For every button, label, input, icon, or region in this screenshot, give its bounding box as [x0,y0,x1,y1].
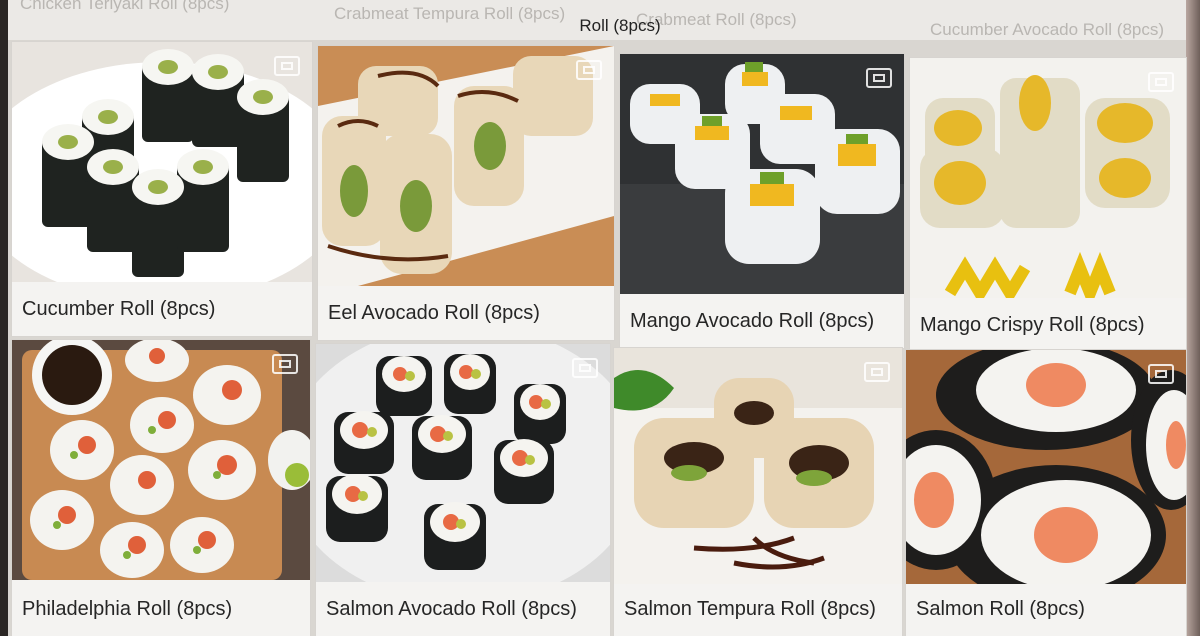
background-item[interactable]: Chicken Teriyaki Roll (8pcs) [20,0,229,14]
dish-photo [910,58,1186,298]
background-item[interactable]: Cucumber Avocado Roll (8pcs) [930,20,1164,40]
expand-icon[interactable] [272,354,298,374]
screen-bezel-right [1186,0,1200,636]
dish-photo [12,340,310,580]
menu-item-card[interactable]: Salmon Roll (8pcs) [906,350,1186,636]
category-title: Roll (8pcs) [579,16,661,35]
menu-item-name: Mango Avocado Roll (8pcs) [630,310,875,332]
menu-item-name: Mango Crispy Roll (8pcs) [920,314,1145,336]
menu-item-card[interactable]: Mango Crispy Roll (8pcs) [910,58,1186,352]
dish-photo [614,348,902,584]
menu-item-name: Salmon Tempura Roll (8pcs) [624,598,876,620]
expand-icon[interactable] [864,362,890,382]
dish-photo [318,46,614,286]
menu-item-card[interactable]: Cucumber Roll (8pcs) [12,42,312,336]
dish-photo [620,54,904,294]
menu-item-name: Cucumber Roll (8pcs) [22,298,216,320]
menu-item-card[interactable]: Salmon Tempura Roll (8pcs) [614,348,902,636]
expand-icon[interactable] [572,358,598,378]
expand-icon[interactable] [1148,364,1174,384]
expand-icon[interactable] [274,56,300,76]
expand-icon[interactable] [1148,72,1174,92]
menu-item-card[interactable]: Eel Avocado Roll (8pcs) [318,46,614,340]
expand-icon[interactable] [576,60,602,80]
dish-photo [12,42,312,282]
menu-item-card[interactable]: Mango Avocado Roll (8pcs) [620,54,904,348]
background-item[interactable]: Crabmeat Tempura Roll (8pcs) [334,4,565,24]
screen-bezel [0,0,8,636]
menu-item-name: Salmon Avocado Roll (8pcs) [326,598,577,620]
menu-item-name: Philadelphia Roll (8pcs) [22,598,233,620]
expand-icon[interactable] [866,68,892,88]
menu-item-name: Eel Avocado Roll (8pcs) [328,302,540,324]
dish-photo [316,344,610,582]
menu-item-name: Salmon Roll (8pcs) [916,598,1085,620]
menu-item-card[interactable]: Salmon Avocado Roll (8pcs) [316,344,610,636]
dish-photo [906,350,1186,584]
menu-item-card[interactable]: Philadelphia Roll (8pcs) [12,340,310,636]
